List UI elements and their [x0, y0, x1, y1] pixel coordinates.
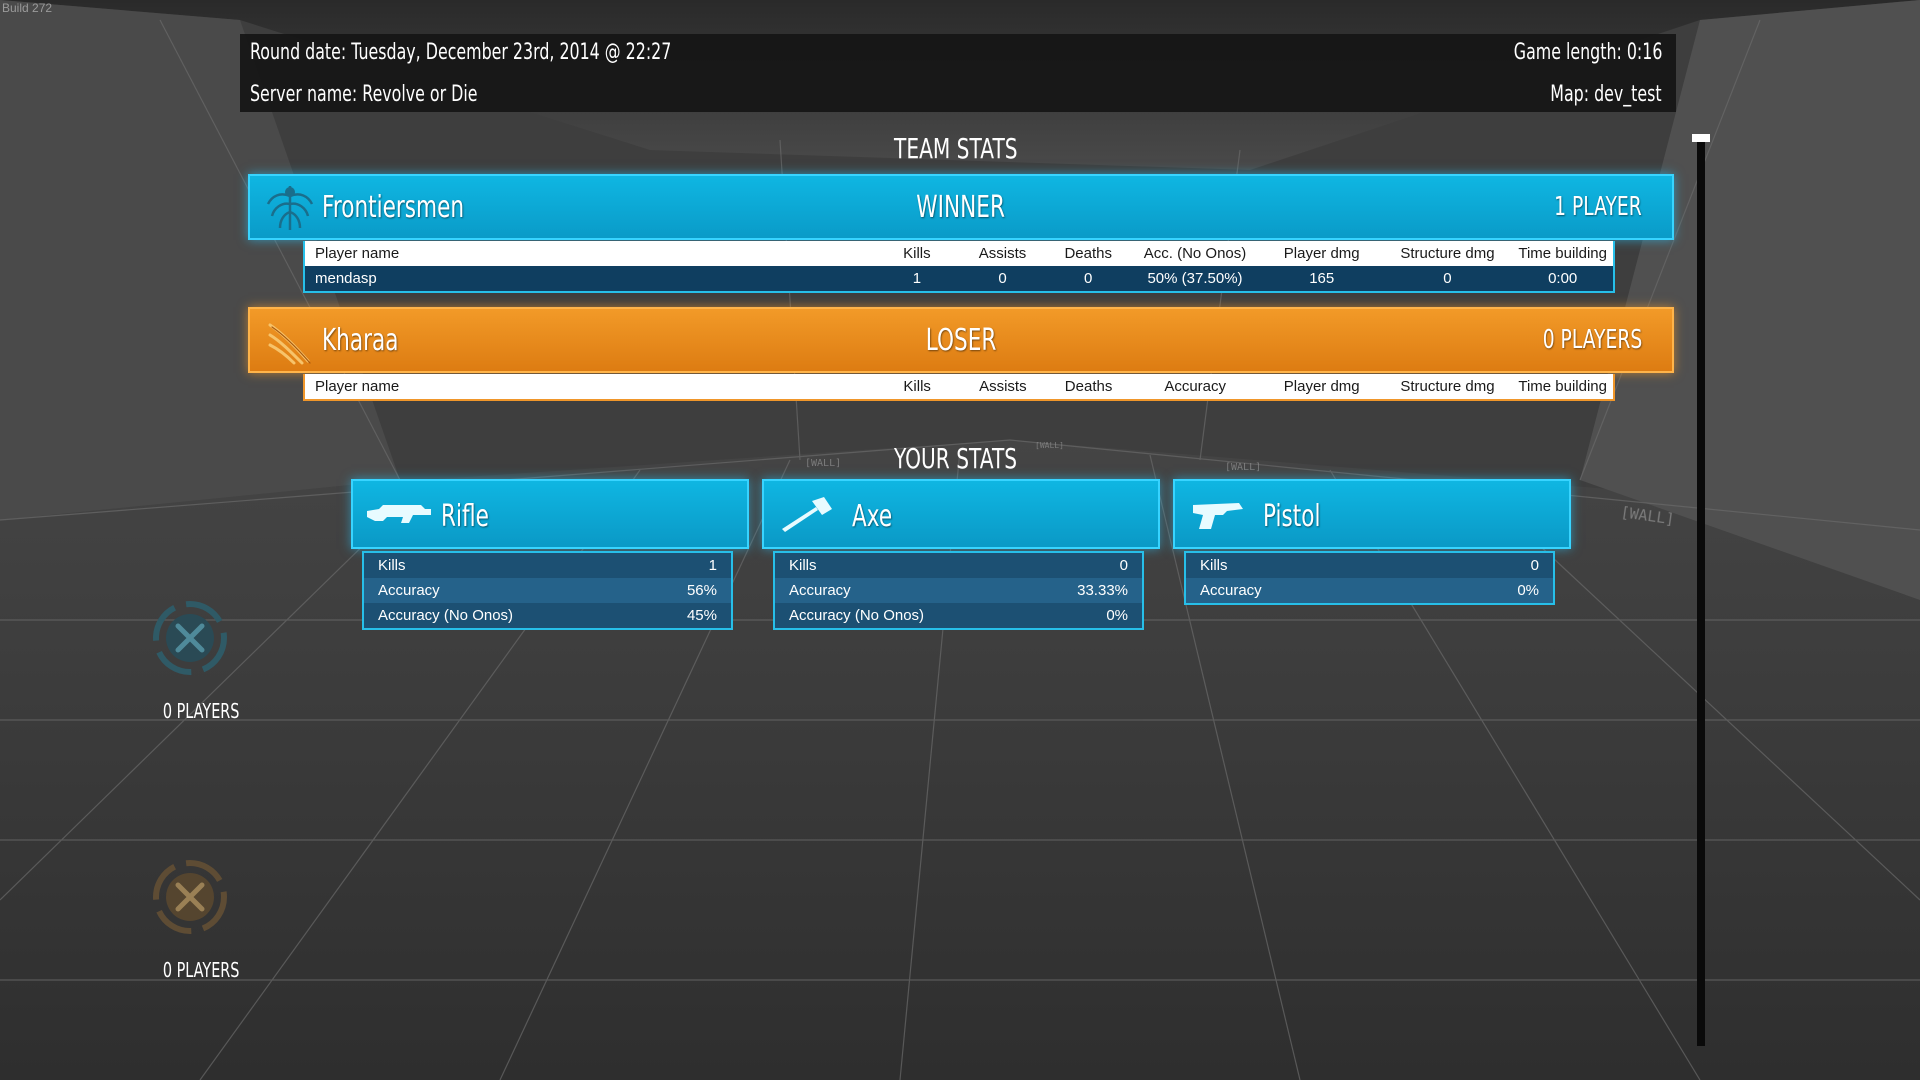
player-name: mendasp	[304, 266, 877, 292]
pistol-icon	[1193, 503, 1243, 529]
column-header[interactable]: Deaths	[1047, 374, 1130, 400]
team-bar-kharaa: Kharaa LOSER 0 PLAYERS	[248, 307, 1674, 373]
server-name: Server name: Revolve or Die	[250, 82, 478, 107]
stat-row: Accuracy 0%	[1185, 578, 1554, 604]
ready-room-group: 0 PLAYERS	[148, 596, 240, 723]
structure-damage: 0	[1382, 266, 1513, 292]
stat-label: Accuracy	[363, 578, 635, 603]
weapon-name: Rifle	[441, 499, 489, 534]
stat-value: 0%	[1421, 578, 1554, 604]
round-date: Round date: Tuesday, December 23rd, 2014…	[250, 40, 672, 65]
spectator-group: 0 PLAYERS	[148, 855, 240, 982]
build-version: Build 272	[2, 1, 53, 15]
column-header[interactable]: Player dmg	[1260, 241, 1383, 266]
column-header[interactable]: Kills	[876, 241, 958, 266]
player-accuracy: 50% (37.50%)	[1129, 266, 1261, 292]
player-damage: 165	[1260, 266, 1383, 292]
scrollbar-track[interactable]	[1697, 134, 1705, 1046]
weapon-name: Pistol	[1263, 499, 1321, 534]
weapon-name: Axe	[852, 499, 893, 534]
stat-row: Accuracy 33.33%	[774, 578, 1143, 603]
time-building: 0:00	[1512, 266, 1614, 292]
team-player-table-frontiersmen: Player name Kills Assists Deaths Acc. (N…	[303, 241, 1615, 293]
column-header[interactable]: Time building	[1512, 241, 1614, 266]
player-deaths: 0	[1047, 266, 1130, 292]
weapon-card-axe: Axe Kills 0 Accuracy 33.33% Accuracy (No O…	[762, 479, 1160, 630]
stat-label: Kills	[1185, 552, 1422, 578]
stat-label: Accuracy	[774, 578, 1023, 603]
stat-row: Kills 0	[1185, 552, 1554, 578]
axe-icon	[782, 497, 832, 532]
column-header[interactable]: Structure dmg	[1382, 374, 1513, 400]
weapon-header: Pistol	[1173, 479, 1571, 549]
stat-label: Kills	[363, 552, 635, 578]
column-header[interactable]: Deaths	[1047, 241, 1130, 266]
column-header[interactable]: Time building	[1512, 374, 1614, 400]
spectator-icon	[153, 860, 227, 934]
stat-label: Accuracy (No Onos)	[774, 603, 1023, 629]
player-kills: 1	[876, 266, 958, 292]
column-header[interactable]: Assists	[957, 241, 1048, 266]
stat-value: 1	[634, 552, 732, 578]
stat-row: Kills 0	[774, 552, 1143, 578]
weapon-stats-table: Kills 0 Accuracy 33.33% Accuracy (No Onos)…	[773, 551, 1144, 630]
team-bar-frontiersmen: Frontiersmen WINNER 1 PLAYER	[248, 174, 1674, 240]
table-row[interactable]: mendasp 1 0 0 50% (37.50%) 165 0 0:00	[304, 266, 1614, 292]
stat-row: Accuracy 56%	[363, 578, 732, 603]
weapon-card-rifle: Rifle Kills 1 Accuracy 56% Accuracy (No On…	[351, 479, 749, 630]
map-name: Map: dev_test	[1550, 82, 1662, 107]
spectator-count: 0 PLAYERS	[162, 958, 240, 982]
weapon-header: Rifle	[351, 479, 749, 549]
column-header[interactable]: Player name	[304, 241, 877, 266]
stat-value: 33.33%	[1022, 578, 1143, 603]
column-header[interactable]: Player dmg	[1260, 374, 1383, 400]
table-header-row: Player name Kills Assists Deaths Acc. (N…	[304, 241, 1614, 266]
rifle-icon	[367, 505, 431, 523]
stat-value: 0	[1421, 552, 1554, 578]
weapon-header: Axe	[762, 479, 1160, 549]
round-info-bar: Round date: Tuesday, December 23rd, 2014…	[240, 34, 1676, 112]
team-result: WINNER	[916, 190, 1006, 225]
stat-value: 56%	[634, 578, 732, 603]
team-player-count: 0 PLAYERS	[1542, 325, 1642, 355]
team-stats-title: TEAM STATS	[894, 132, 1018, 165]
svg-text:[WALL]: [WALL]	[1225, 462, 1261, 473]
column-header[interactable]: Acc. (No Onos)	[1129, 241, 1261, 266]
weapon-stats-table: Kills 0 Accuracy 0%	[1184, 551, 1555, 605]
stat-row: Kills 1	[363, 552, 732, 578]
game-length: Game length: 0:16	[1513, 40, 1662, 65]
team-player-count: 1 PLAYER	[1554, 192, 1642, 222]
your-stats-title: YOUR STATS	[894, 442, 1018, 475]
team-result: LOSER	[925, 323, 997, 358]
stat-row: Accuracy (No Onos) 45%	[363, 603, 732, 629]
column-header[interactable]: Kills	[876, 374, 958, 400]
weapon-stats-table: Kills 1 Accuracy 56% Accuracy (No Onos) 45%	[362, 551, 733, 630]
scrollbar-thumb[interactable]	[1692, 134, 1710, 142]
stat-row: Accuracy (No Onos) 0%	[774, 603, 1143, 629]
stat-label: Accuracy (No Onos)	[363, 603, 635, 629]
stat-value: 0	[1022, 552, 1143, 578]
ready-room-count: 0 PLAYERS	[162, 699, 240, 723]
column-header[interactable]: Player name	[304, 374, 877, 400]
stat-value: 45%	[634, 603, 732, 629]
stat-label: Accuracy	[1185, 578, 1422, 604]
column-header[interactable]: Structure dmg	[1382, 241, 1513, 266]
table-header-row: Player name Kills Assists Deaths Accurac…	[304, 374, 1614, 400]
team-player-table-kharaa: Player name Kills Assists Deaths Accurac…	[303, 374, 1615, 401]
stat-value: 0%	[1022, 603, 1143, 629]
player-assists: 0	[957, 266, 1048, 292]
column-header[interactable]: Accuracy	[1129, 374, 1261, 400]
ready-room-icon	[153, 601, 227, 675]
stat-label: Kills	[774, 552, 1023, 578]
column-header[interactable]: Assists	[957, 374, 1048, 400]
weapon-card-pistol: Pistol Kills 0 Accuracy 0%	[1173, 479, 1571, 605]
